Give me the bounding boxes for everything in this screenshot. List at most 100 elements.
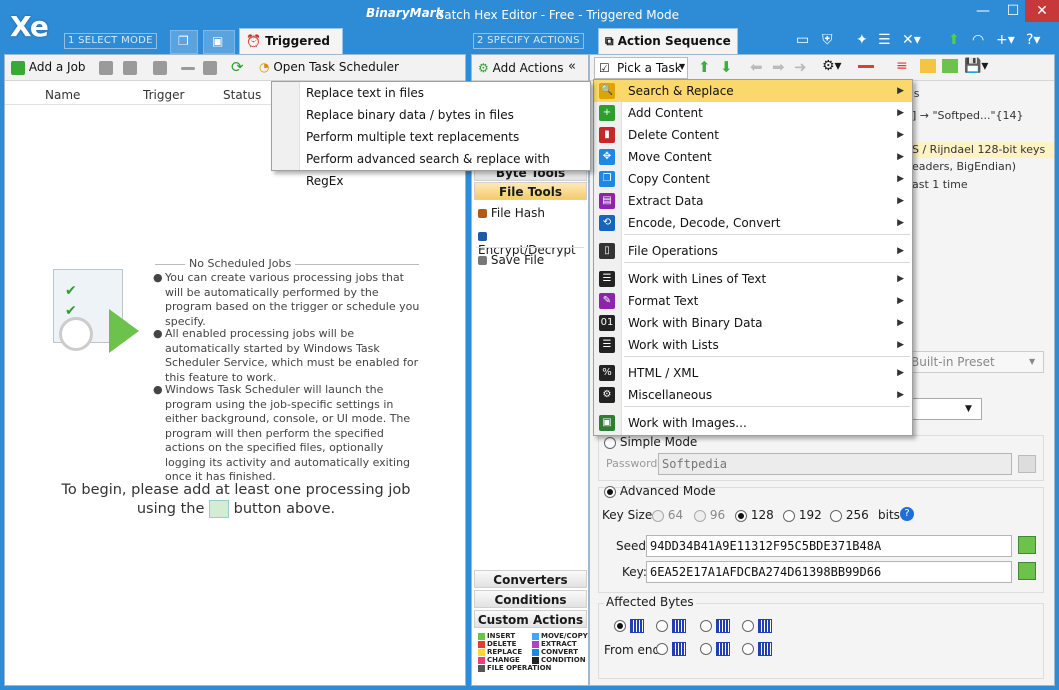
collapse-button[interactable]: « [568,59,576,74]
key-size-192[interactable]: 192 [783,508,822,522]
affected-bytes-option-1[interactable] [614,618,644,633]
chevron-down-icon: ▼ [1029,357,1036,366]
submenu-arrow-icon: ▶ [897,196,904,206]
bulb-icon[interactable]: ✦ [856,32,868,48]
file-hash-item[interactable]: File Hash [478,206,545,220]
affected-bytes-option-3[interactable] [700,618,730,633]
task-menu-item-work-with-images[interactable]: ▣ Work with Images... [594,412,912,434]
wifi-icon[interactable]: ◠ [972,32,984,48]
tab-action-sequence[interactable]: ⧉ Action Sequence (5) [598,28,738,72]
add-actions-button[interactable]: ⚙ Add Actions [478,61,563,75]
move-down-icon[interactable]: ⬇ [720,58,733,76]
close-button[interactable]: ✕ [1025,0,1059,22]
advanced-mode-radio[interactable]: Advanced Mode [604,484,716,498]
tab-triggered[interactable]: ⏰ Triggered (0) [239,28,343,72]
task-menu-item-html-xml[interactable]: % HTML / XML ▶ [594,362,912,384]
task-menu-item-work-with-lines-of-text[interactable]: ☰ Work with Lines of Text ▶ [594,268,912,290]
task-menu-item-label: Copy Content [628,172,710,186]
remove-job-icon[interactable] [181,67,195,70]
multiple-replacements-item[interactable]: Perform multiple text replacements [272,126,590,148]
sequence-step-4[interactable]: ast 1 time [912,178,968,191]
from-end-option-1[interactable] [656,641,686,656]
key-size-256[interactable]: 256 [830,508,869,522]
open-task-scheduler-button[interactable]: ◔ Open Task Scheduler [259,60,399,74]
add-menu-icon[interactable]: +▾ [996,32,1015,48]
generate-password-icon[interactable] [1018,455,1036,473]
simple-mode-radio[interactable]: Simple Mode [604,435,697,449]
tools-icon[interactable]: ✕▾ [902,32,921,48]
skip-job-icon[interactable] [123,61,137,75]
add-job-button[interactable]: Add a Job [11,60,86,75]
custom-actions-category[interactable]: Custom Actions [474,610,587,628]
generate-key-icon[interactable] [1018,562,1036,580]
column-name[interactable]: Name [45,88,80,102]
task-menu-item-copy-content[interactable]: ❐ Copy Content ▶ [594,168,912,190]
advanced-mode-label: Advanced Mode [619,484,716,498]
column-trigger[interactable]: Trigger [143,88,184,102]
maximize-button[interactable]: ☐ [998,0,1028,22]
replace-text-item[interactable]: Replace text in files [272,82,590,104]
task-menu-item-file-operations[interactable]: ▯ File Operations ▶ [594,240,912,262]
move-up-icon[interactable]: ⬆ [698,58,711,76]
list-icon: ☰ [599,337,615,353]
from-end-option-3[interactable] [742,641,772,656]
key-size-64[interactable]: 64 [652,508,683,522]
pick-task-button[interactable]: ☑ Pick a Task ▼ [594,57,688,79]
console-icon[interactable]: ▭ [796,32,809,48]
info-icon[interactable]: ? [900,507,914,521]
batch-mode-tab[interactable]: ❐ [170,30,198,54]
help-icon[interactable]: ?▾ [1026,32,1040,48]
minimize-button[interactable]: — [968,0,998,22]
edit-job-icon[interactable] [203,61,217,75]
forward-icon[interactable]: ➜ [794,58,807,76]
affected-bytes-option-2[interactable] [656,618,686,633]
run-job-icon[interactable] [99,61,113,75]
replace-binary-item[interactable]: Replace binary data / bytes in files [272,104,590,126]
folder-watch-icon: ▣ [212,34,224,48]
regex-replace-item[interactable]: Perform advanced search & replace with R… [272,148,590,188]
save-file-item[interactable]: Save File [478,253,544,267]
task-menu-item-format-text[interactable]: ✎ Format Text ▶ [594,290,912,312]
checklist-icon[interactable]: ☰ [878,32,891,48]
upload-icon[interactable]: ⬆ [948,32,960,48]
move-right-icon[interactable]: ➡ [772,58,785,76]
task-menu-item-work-with-lists[interactable]: ☰ Work with Lists ▶ [594,334,912,356]
sequence-step-3[interactable]: eaders, BigEndian) [912,160,1016,173]
column-status[interactable]: Status [223,88,261,102]
key-size-128[interactable]: 128 [735,508,774,522]
task-menu-item-miscellaneous[interactable]: ⚙ Miscellaneous ▶ [594,384,912,406]
submenu-arrow-icon: ▶ [897,246,904,256]
converters-category[interactable]: Converters [474,570,587,588]
refresh-icon[interactable]: ⟳ [231,58,244,76]
task-menu-item-work-with-binary-data[interactable]: 01 Work with Binary Data ▶ [594,312,912,334]
key-size-96[interactable]: 96 [694,508,725,522]
move-left-icon[interactable]: ⬅ [750,58,763,76]
task-menu-item-encode-decode-convert[interactable]: ⟲ Encode, Decode, Convert ▶ [594,212,912,234]
sequence-step-selected[interactable]: S / Rijndael 128-bit keys [912,142,1054,158]
save-menu-icon[interactable]: 💾▾ [964,58,988,74]
gear-menu-icon[interactable]: ⚙▾ [822,58,842,74]
conditions-category[interactable]: Conditions [474,590,587,608]
from-end-option-2[interactable] [700,641,730,656]
affected-bytes-option-4[interactable] [742,618,772,633]
open-folder-icon[interactable] [920,59,936,73]
preset-selector[interactable]: Built-in Preset ▼ [900,351,1044,373]
task-menu-item-search-replace[interactable]: 🔍 Search & Replace ▶ [594,80,912,102]
seed-field[interactable]: 94DD34B41A9E11312F95C5BDE371B48A [646,535,1012,557]
key-field[interactable]: 6EA52E17A1AFDCBA274D61398BB99D66 [646,561,1012,583]
task-menu-item-move-content[interactable]: ✥ Move Content ▶ [594,146,912,168]
remove-action-icon[interactable] [858,65,874,68]
task-menu-item-delete-content[interactable]: ▮ Delete Content ▶ [594,124,912,146]
task-menu-item-extract-data[interactable]: ▤ Extract Data ▶ [594,190,912,212]
generate-seed-icon[interactable] [1018,536,1036,554]
add-folder-icon[interactable] [942,59,958,73]
next-job-icon[interactable] [153,61,167,75]
task-menu-item-label: Move Content [628,150,712,164]
watch-mode-tab[interactable]: ▣ [203,30,235,54]
task-menu-item-add-content[interactable]: + Add Content ▶ [594,102,912,124]
password-field[interactable]: Softpedia [658,453,1012,475]
shield-icon[interactable]: ⛨ [822,32,833,48]
clear-actions-icon[interactable]: ≡ [896,58,908,74]
step-specify-actions: 2 SPECIFY ACTIONS [473,33,584,49]
sequence-step-1[interactable]: ] → "Softped..."{14} [912,109,1024,122]
